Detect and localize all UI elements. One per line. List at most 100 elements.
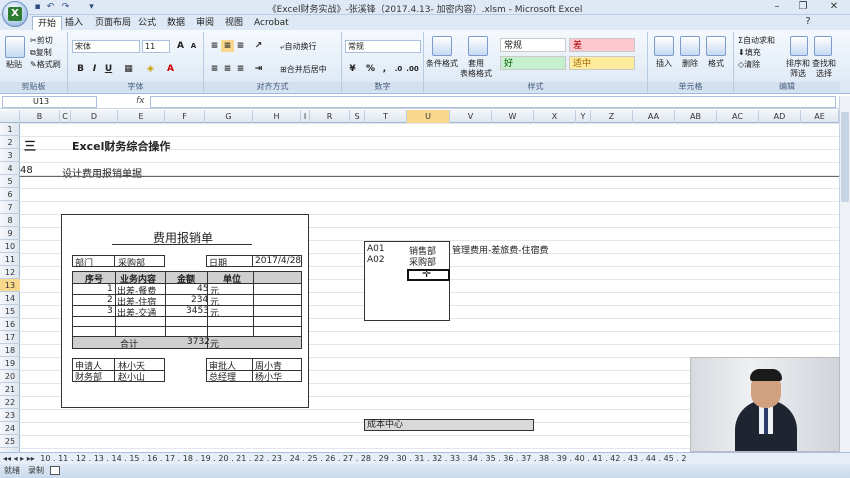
align-middle-icon[interactable]: ≡: [221, 40, 234, 52]
col-header[interactable]: F: [165, 110, 205, 123]
col-header[interactable]: W: [492, 110, 534, 123]
align-bottom-icon[interactable]: ≡: [234, 40, 247, 52]
col-header[interactable]: B: [20, 110, 60, 123]
row-header[interactable]: 18: [0, 344, 20, 357]
cost-center-cell[interactable]: 成本中心: [364, 419, 534, 431]
bold-button[interactable]: B: [74, 63, 87, 75]
align-right-icon[interactable]: ≡: [234, 63, 247, 75]
row-header[interactable]: 20: [0, 370, 20, 383]
conditional-format-button[interactable]: 条件格式: [426, 59, 458, 69]
row-header[interactable]: 23: [0, 409, 20, 422]
autosum-button[interactable]: Σ自动求和: [738, 36, 775, 46]
col-header[interactable]: C: [60, 110, 71, 123]
row-header[interactable]: 17: [0, 331, 20, 344]
col-header[interactable]: AB: [675, 110, 717, 123]
row-header[interactable]: 9: [0, 227, 20, 240]
row-header[interactable]: 10: [0, 240, 20, 253]
align-top-icon[interactable]: ≡: [208, 40, 221, 52]
sort-filter-button[interactable]: 排序和 筛选: [786, 59, 810, 79]
row-header[interactable]: 21: [0, 383, 20, 396]
col-header[interactable]: X: [534, 110, 576, 123]
style-bad[interactable]: 差: [569, 38, 635, 52]
orientation-icon[interactable]: ↗: [252, 40, 265, 52]
minimize-icon[interactable]: –: [769, 1, 785, 13]
number-format-combo[interactable]: 常规: [345, 40, 421, 53]
vertical-scrollbar[interactable]: [839, 96, 850, 452]
format-button[interactable]: 格式: [708, 59, 724, 69]
close-icon[interactable]: ✕: [826, 1, 842, 13]
row-header[interactable]: 14: [0, 292, 20, 305]
format-painter-button[interactable]: ✎格式刷: [30, 60, 61, 70]
sheet-tab-list[interactable]: 10 . 11 . 12 . 13 . 14 . 15 . 16 . 17 . …: [40, 454, 686, 463]
style-good[interactable]: 好: [500, 56, 566, 70]
col-header[interactable]: AE: [801, 110, 839, 123]
name-box[interactable]: U13: [2, 96, 97, 108]
col-header[interactable]: I: [301, 110, 310, 123]
date-value[interactable]: 2017/4/28: [255, 256, 301, 266]
fill-button[interactable]: ⬇填充: [738, 48, 761, 58]
row-header[interactable]: 2: [0, 136, 20, 149]
dept-value[interactable]: 采购部: [118, 256, 145, 269]
percent-button[interactable]: %: [364, 63, 377, 75]
tab-scroll-icons[interactable]: ◂◂ ◂ ▸ ▸▸: [0, 454, 38, 463]
fx-icon[interactable]: fx: [136, 96, 145, 106]
delete-button[interactable]: 删除: [682, 59, 698, 69]
currency-icon[interactable]: ¥: [346, 63, 359, 75]
row-header[interactable]: 11: [0, 253, 20, 266]
help-icon[interactable]: ?: [800, 16, 816, 28]
row-header[interactable]: 3: [0, 149, 20, 162]
border-icon[interactable]: ▦: [122, 63, 135, 75]
tab-acrobat[interactable]: Acrobat: [249, 16, 294, 30]
paste-button[interactable]: 粘贴: [6, 60, 22, 70]
fill-color-icon[interactable]: ◈: [144, 63, 157, 75]
col-header[interactable]: Z: [591, 110, 633, 123]
underline-button[interactable]: U: [102, 63, 115, 75]
merge-center-button[interactable]: ⊞合并后居中: [280, 65, 327, 75]
col-header[interactable]: E: [118, 110, 165, 123]
col-header[interactable]: R: [310, 110, 350, 123]
formula-input[interactable]: [150, 96, 836, 108]
font-name-combo[interactable]: 宋体: [72, 40, 140, 53]
copy-button[interactable]: ⧉复制: [30, 48, 52, 58]
sheet-tabs[interactable]: ◂◂ ◂ ▸ ▸▸ 10 . 11 . 12 . 13 . 14 . 15 . …: [0, 452, 850, 464]
tab-home[interactable]: 开始: [32, 16, 63, 30]
col-header[interactable]: S: [350, 110, 365, 123]
restore-icon[interactable]: ❐: [795, 1, 811, 13]
shrink-font-button[interactable]: A: [187, 40, 200, 52]
col-header[interactable]: Y: [576, 110, 591, 123]
row-header[interactable]: 25: [0, 435, 20, 448]
cut-button[interactable]: ✂剪切: [30, 36, 53, 46]
row-header[interactable]: 15: [0, 305, 20, 318]
font-size-combo[interactable]: 11: [142, 40, 170, 53]
row-header[interactable]: 24: [0, 422, 20, 435]
style-normal[interactable]: 常规: [500, 38, 566, 52]
row-header[interactable]: 1: [0, 123, 20, 136]
row-header[interactable]: 22: [0, 396, 20, 409]
row-header[interactable]: 16: [0, 318, 20, 331]
table-format-button[interactable]: 套用 表格格式: [460, 59, 492, 79]
col-header-selected[interactable]: U: [407, 110, 450, 123]
macro-record-icon[interactable]: [50, 466, 60, 475]
scroll-thumb[interactable]: [841, 112, 849, 202]
row-header[interactable]: 8: [0, 214, 20, 227]
find-select-button[interactable]: 查找和 选择: [812, 59, 836, 79]
align-center-icon[interactable]: ≡: [221, 63, 234, 75]
col-header[interactable]: AA: [633, 110, 675, 123]
italic-button[interactable]: I: [88, 63, 101, 75]
tab-view[interactable]: 视图: [220, 16, 248, 30]
insert-button[interactable]: 插入: [656, 59, 672, 69]
align-left-icon[interactable]: ≡: [208, 63, 221, 75]
row-header[interactable]: 12: [0, 266, 20, 279]
row-header[interactable]: 5: [0, 175, 20, 188]
wrap-text-button[interactable]: ⤶自动换行: [280, 42, 316, 52]
col-header[interactable]: AC: [717, 110, 759, 123]
row-header[interactable]: 13: [0, 279, 20, 292]
col-header[interactable]: T: [365, 110, 407, 123]
select-all[interactable]: [0, 110, 20, 123]
col-header[interactable]: AD: [759, 110, 801, 123]
decrease-decimal-icon[interactable]: .00: [406, 63, 419, 75]
grow-font-button[interactable]: A: [174, 40, 187, 52]
font-color-icon[interactable]: A: [164, 63, 177, 75]
increase-decimal-icon[interactable]: .0: [392, 63, 405, 75]
tab-formulas[interactable]: 公式: [133, 16, 161, 30]
